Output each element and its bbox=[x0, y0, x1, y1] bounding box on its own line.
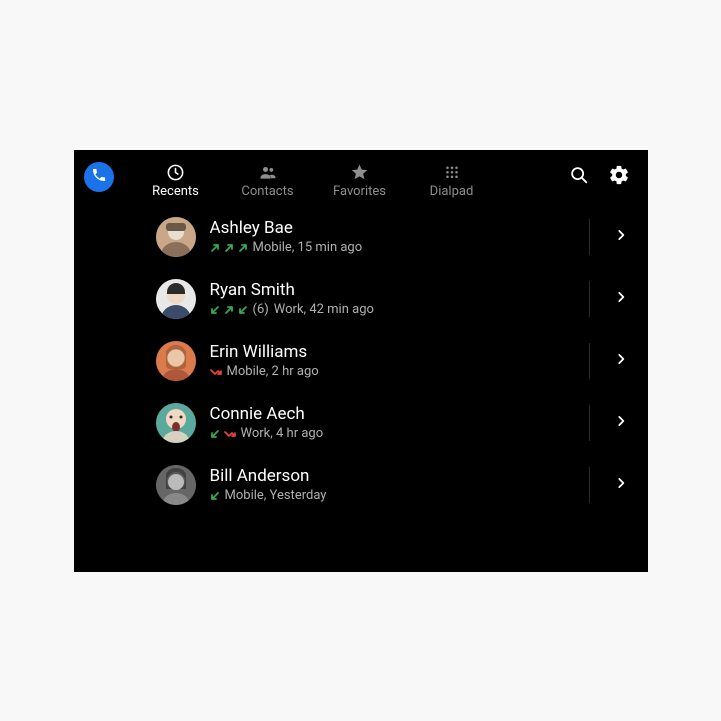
divider bbox=[589, 281, 590, 317]
call-direction-arrows bbox=[210, 367, 222, 377]
tab-recents[interactable]: Recents bbox=[130, 154, 222, 200]
call-direction-arrows bbox=[210, 305, 248, 315]
topbar: Recents Contacts Favorites Dialpad bbox=[74, 150, 648, 204]
call-direction-arrows bbox=[210, 243, 248, 253]
call-text: Ashley Bae Mobile, 15 min ago bbox=[210, 217, 589, 256]
contact-name: Ashley Bae bbox=[210, 217, 589, 239]
call-text: Erin Williams Mobile, 2 hr ago bbox=[210, 341, 589, 380]
avatar[interactable] bbox=[156, 465, 196, 505]
call-subline: Work, 4 hr ago bbox=[210, 426, 589, 442]
tab-label: Favorites bbox=[333, 184, 386, 200]
call-detail: Mobile, 15 min ago bbox=[253, 240, 363, 256]
phone-icon bbox=[91, 167, 107, 187]
divider bbox=[589, 467, 590, 503]
call-direction-arrows bbox=[210, 429, 236, 439]
recent-calls-list: Ashley Bae Mobile, 15 min ago Ryan Smith bbox=[74, 204, 648, 516]
settings-button[interactable] bbox=[604, 162, 634, 192]
chevron-right-icon bbox=[614, 475, 628, 494]
call-item[interactable]: Connie Aech Work, 4 hr ago bbox=[74, 392, 648, 454]
contact-name: Erin Williams bbox=[210, 341, 589, 363]
tab-label: Dialpad bbox=[430, 184, 474, 200]
call-detail: Work, 4 hr ago bbox=[241, 426, 324, 442]
call-text: Bill Anderson Mobile, Yesterday bbox=[210, 465, 589, 504]
chevron-right-icon bbox=[614, 289, 628, 308]
call-detail-button[interactable] bbox=[594, 330, 648, 392]
avatar[interactable] bbox=[156, 403, 196, 443]
avatar[interactable] bbox=[156, 217, 196, 257]
tab-contacts[interactable]: Contacts bbox=[222, 154, 314, 200]
contact-name: Ryan Smith bbox=[210, 279, 589, 301]
call-subline: Mobile, Yesterday bbox=[210, 488, 589, 504]
call-item[interactable]: Erin Williams Mobile, 2 hr ago bbox=[74, 330, 648, 392]
call-text: Ryan Smith (6) Work, 42 min ago bbox=[210, 279, 589, 318]
divider bbox=[589, 219, 590, 255]
tab-label: Contacts bbox=[241, 184, 293, 200]
call-text: Connie Aech Work, 4 hr ago bbox=[210, 403, 589, 442]
call-direction-arrows bbox=[210, 491, 220, 501]
star-icon bbox=[350, 163, 369, 182]
call-subline: Mobile, 2 hr ago bbox=[210, 364, 589, 380]
search-icon bbox=[568, 164, 590, 190]
avatar[interactable] bbox=[156, 341, 196, 381]
tab-favorites[interactable]: Favorites bbox=[314, 154, 406, 200]
call-subline: Mobile, 15 min ago bbox=[210, 240, 589, 256]
clock-icon bbox=[166, 163, 185, 182]
call-detail-button[interactable] bbox=[594, 392, 648, 454]
gear-icon bbox=[608, 164, 630, 190]
tabs: Recents Contacts Favorites Dialpad bbox=[130, 154, 498, 200]
phone-app: Recents Contacts Favorites Dialpad bbox=[74, 150, 648, 572]
chevron-right-icon bbox=[614, 413, 628, 432]
contact-name: Bill Anderson bbox=[210, 465, 589, 487]
call-detail-button[interactable] bbox=[594, 206, 648, 268]
dialpad-icon bbox=[443, 164, 461, 182]
call-detail: Mobile, 2 hr ago bbox=[227, 364, 319, 380]
call-item[interactable]: Ashley Bae Mobile, 15 min ago bbox=[74, 206, 648, 268]
tab-dialpad[interactable]: Dialpad bbox=[406, 154, 498, 200]
call-subline: (6) Work, 42 min ago bbox=[210, 302, 589, 318]
call-detail-button[interactable] bbox=[594, 454, 648, 516]
contact-name: Connie Aech bbox=[210, 403, 589, 425]
call-detail: Work, 42 min ago bbox=[274, 302, 374, 318]
search-button[interactable] bbox=[564, 162, 594, 192]
call-item[interactable]: Ryan Smith (6) Work, 42 min ago bbox=[74, 268, 648, 330]
call-count: (6) bbox=[253, 302, 269, 318]
chevron-right-icon bbox=[614, 227, 628, 246]
tab-label: Recents bbox=[152, 184, 199, 200]
people-icon bbox=[258, 162, 278, 182]
dial-button[interactable] bbox=[84, 162, 114, 192]
call-detail-button[interactable] bbox=[594, 268, 648, 330]
avatar[interactable] bbox=[156, 279, 196, 319]
divider bbox=[589, 405, 590, 441]
call-item[interactable]: Bill Anderson Mobile, Yesterday bbox=[74, 454, 648, 516]
divider bbox=[589, 343, 590, 379]
chevron-right-icon bbox=[614, 351, 628, 370]
call-detail: Mobile, Yesterday bbox=[225, 488, 327, 504]
